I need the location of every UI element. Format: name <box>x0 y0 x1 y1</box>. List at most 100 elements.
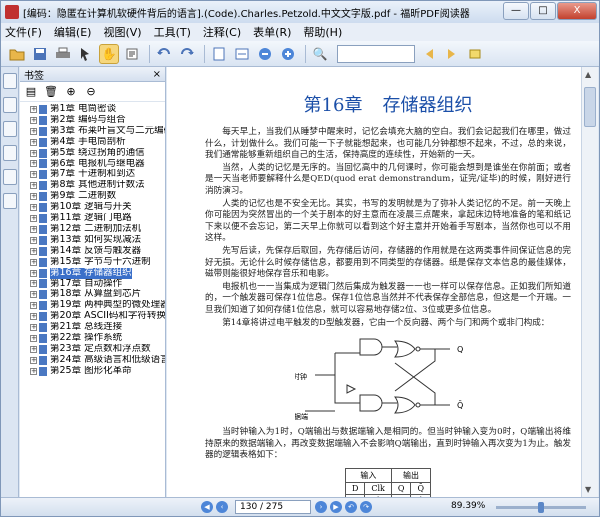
expand-icon[interactable]: + <box>30 138 37 146</box>
expand-icon[interactable]: + <box>30 313 37 321</box>
minimize-button[interactable]: — <box>503 2 529 20</box>
pages-tab-icon[interactable] <box>3 97 17 113</box>
expand-icon[interactable]: + <box>30 236 37 244</box>
bookmark-item[interactable]: + 第3章 布莱叶盲文与二元编码 <box>30 126 165 137</box>
expand-icon[interactable]: + <box>30 247 37 255</box>
bookmark-item[interactable]: + 第1章 电筒密谈 <box>30 104 165 115</box>
signature-tab-icon[interactable] <box>3 193 17 209</box>
bookmark-item[interactable]: + 第19章 两种典型的微处理器 <box>30 300 165 311</box>
save-icon[interactable] <box>30 44 50 64</box>
undo-icon[interactable] <box>154 44 174 64</box>
expand-icon[interactable]: + <box>30 280 37 288</box>
last-page-icon[interactable]: ▶ <box>330 501 342 513</box>
comments-tab-icon[interactable] <box>3 145 17 161</box>
expand-icon[interactable]: + <box>30 367 37 375</box>
menu-help[interactable]: 帮助(H) <box>303 24 342 40</box>
menu-comment[interactable]: 注释(C) <box>203 24 241 40</box>
zoom-slider[interactable] <box>496 502 586 513</box>
expand-icon[interactable]: + <box>30 105 37 113</box>
expand-icon[interactable]: + <box>30 127 37 135</box>
bookmark-item[interactable]: + 第5章 绕过拐角的通信 <box>30 148 165 159</box>
next-page-icon[interactable]: › <box>315 501 327 513</box>
print-icon[interactable] <box>53 44 73 64</box>
hand-tool-icon[interactable]: ✋ <box>99 43 119 64</box>
collapse-bookmark-icon[interactable]: ⊖ <box>84 85 98 99</box>
open-folder-icon[interactable] <box>7 44 27 64</box>
zoom-out-icon[interactable] <box>255 44 275 64</box>
expand-icon[interactable]: + <box>30 149 37 157</box>
bookmark-item[interactable]: + 第12章 二进制加法机 <box>30 224 165 235</box>
menu-edit[interactable]: 编辑(E) <box>54 24 92 40</box>
attachments-tab-icon[interactable] <box>3 169 17 185</box>
find-previous-icon[interactable] <box>419 44 439 64</box>
bookmark-item[interactable]: + 第8章 其他进制计数法 <box>30 180 165 191</box>
maximize-button[interactable]: □ <box>530 2 556 20</box>
expand-icon[interactable]: + <box>30 269 37 277</box>
redo-icon[interactable] <box>177 44 197 64</box>
fit-width-icon[interactable] <box>232 44 252 64</box>
menu-view[interactable]: 视图(V) <box>103 24 141 40</box>
bookmark-tab-icon[interactable] <box>3 73 17 89</box>
bookmark-item[interactable]: + 第2章 编码与组合 <box>30 115 165 126</box>
bookmark-item[interactable]: + 第25章 图形化革命 <box>30 366 165 377</box>
bookmark-item[interactable]: + 第4章 手电筒剖析 <box>30 137 165 148</box>
expand-icon[interactable]: + <box>30 182 37 190</box>
expand-icon[interactable]: + <box>30 215 37 223</box>
go-back-icon[interactable]: ↶ <box>345 501 357 513</box>
bookmark-item[interactable]: + 第9章 二进制数 <box>30 191 165 202</box>
expand-icon[interactable]: + <box>30 258 37 266</box>
bookmark-item[interactable]: + 第15章 字节与十六进制 <box>30 257 165 268</box>
bookmark-item[interactable]: + 第23章 定点数和浮点数 <box>30 344 165 355</box>
menu-form[interactable]: 表单(R) <box>253 24 291 40</box>
bookmark-item[interactable]: + 第16章 存储器组织 <box>30 267 165 279</box>
bookmark-item[interactable]: + 第11章 逻辑门电路 <box>30 213 165 224</box>
previous-page-icon[interactable]: ‹ <box>216 501 228 513</box>
expand-icon[interactable]: + <box>30 193 37 201</box>
bookmark-options-icon[interactable]: ▤ <box>24 85 38 99</box>
fit-page-icon[interactable] <box>209 44 229 64</box>
bookmark-item[interactable]: + 第6章 电报机与继电器 <box>30 159 165 170</box>
bookmark-item[interactable]: + 第14章 反馈与触发器 <box>30 246 165 257</box>
search-input[interactable] <box>337 44 415 63</box>
expand-icon[interactable]: + <box>30 160 37 168</box>
expand-icon[interactable]: + <box>30 204 37 212</box>
bookmark-item[interactable]: + 第22章 操作系统 <box>30 333 165 344</box>
bookmark-item[interactable]: + 第13章 如何实现减法 <box>30 235 165 246</box>
close-button[interactable]: X <box>557 2 597 20</box>
expand-icon[interactable]: + <box>30 356 37 364</box>
document-view[interactable]: 第16章 存储器组织 每天早上，当我们从睡梦中醒来时，记忆会填充大脑的空白。我们会… <box>167 67 581 497</box>
delete-bookmark-icon[interactable]: 🗑 <box>44 85 58 99</box>
expand-icon[interactable]: + <box>30 116 37 124</box>
text-select-icon[interactable] <box>122 44 142 64</box>
bookmark-item[interactable]: + 第18章 从算盘到芯片 <box>30 289 165 300</box>
expand-icon[interactable]: + <box>30 334 37 342</box>
bookmark-item[interactable]: + 第10章 逻辑与开关 <box>30 202 165 213</box>
menu-file[interactable]: 文件(F) <box>5 24 42 40</box>
first-page-icon[interactable]: ◀ <box>201 501 213 513</box>
panel-close-icon[interactable]: × <box>153 69 161 80</box>
bookmark-item[interactable]: + 第20章 ASCII码和字符转换 <box>30 311 165 322</box>
bookmark-item[interactable]: + 第21章 总线连接 <box>30 322 165 333</box>
vertical-scrollbar[interactable]: ▲ ▼ <box>581 67 598 497</box>
zoom-level[interactable]: 89.39% <box>451 501 485 511</box>
expand-icon[interactable]: + <box>30 345 37 353</box>
layers-tab-icon[interactable] <box>3 121 17 137</box>
scroll-up-icon[interactable]: ▲ <box>585 70 591 79</box>
expand-icon[interactable]: + <box>30 324 37 332</box>
go-forward-icon[interactable]: ↷ <box>360 501 372 513</box>
page-number-input[interactable]: 130 / 275 <box>235 500 311 514</box>
bookmark-item[interactable]: + 第7章 十进制和到达 <box>30 169 165 180</box>
select-tool-icon[interactable] <box>76 44 96 64</box>
zoom-in-icon[interactable] <box>278 44 298 64</box>
expand-icon[interactable]: + <box>30 291 37 299</box>
zoom-slider-knob[interactable] <box>538 502 544 513</box>
expand-icon[interactable]: + <box>30 225 37 233</box>
find-next-icon[interactable] <box>442 44 462 64</box>
scroll-down-icon[interactable]: ▼ <box>585 485 591 494</box>
highlight-icon[interactable] <box>465 44 485 64</box>
binoculars-icon[interactable]: 🔍 <box>310 44 330 64</box>
bookmark-item[interactable]: + 第17章 自动操作 <box>30 279 165 290</box>
bookmark-item[interactable]: + 第24章 高级语言和低级语言 <box>30 355 165 366</box>
scroll-thumb[interactable] <box>584 87 596 127</box>
expand-icon[interactable]: + <box>30 302 37 310</box>
